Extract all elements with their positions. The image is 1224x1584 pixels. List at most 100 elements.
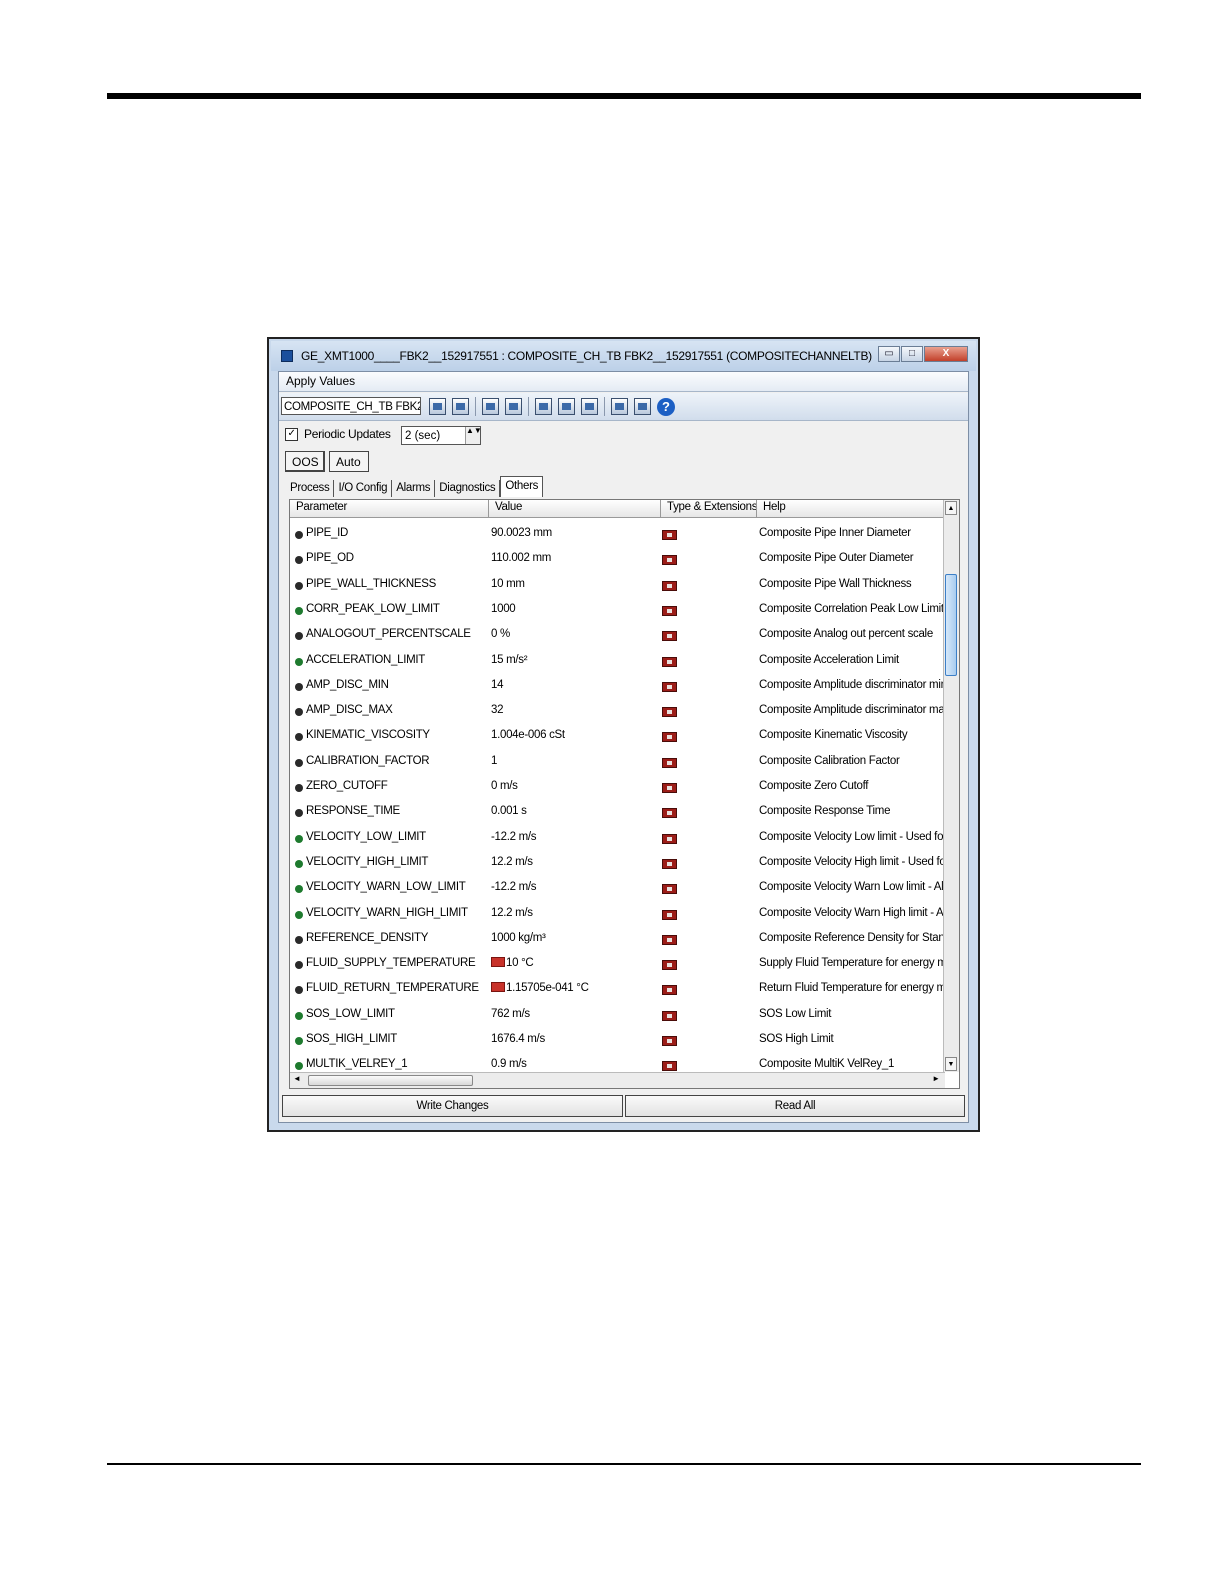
- table-row[interactable]: AMP_DISC_MIN 14 Composite Amplitude discri…: [290, 674, 945, 699]
- parameter-value-cell[interactable]: 14: [491, 679, 504, 691]
- table-row[interactable]: SOS_LOW_LIMIT 762 m/s SOS Low Limit: [290, 1003, 945, 1028]
- table-row[interactable]: CORR_PEAK_LOW_LIMIT 1000 Composite Correla…: [290, 598, 945, 623]
- scroll-right-icon[interactable]: ►: [932, 1074, 940, 1083]
- header-help[interactable]: Help: [763, 501, 786, 513]
- update-interval-spinner[interactable]: 2 (sec) ▲▼: [401, 426, 482, 445]
- scroll-thumb[interactable]: [945, 574, 957, 676]
- block-selector[interactable]: COMPOSITE_CH_TB FBK2_: [281, 397, 421, 415]
- vertical-scrollbar[interactable]: ▲ ▼: [943, 500, 959, 1072]
- read-all-button[interactable]: Read All: [625, 1095, 965, 1117]
- table-row[interactable]: VELOCITY_WARN_LOW_LIMIT -12.2 m/s Composit…: [290, 876, 945, 901]
- table-row[interactable]: VELOCITY_LOW_LIMIT -12.2 m/s Composite Vel…: [290, 826, 945, 851]
- type-extension-icon[interactable]: [662, 985, 677, 996]
- calendar-icon[interactable]: [482, 398, 499, 415]
- parameter-value-cell[interactable]: 1.004e-006 cSt: [491, 729, 565, 741]
- tab-others[interactable]: Others: [500, 476, 544, 497]
- type-extension-icon[interactable]: [662, 555, 677, 566]
- column-view-icon[interactable]: [634, 398, 651, 415]
- parameter-value-cell[interactable]: 1000 kg/m³: [491, 932, 546, 944]
- parameter-value-cell[interactable]: 0 %: [491, 628, 510, 640]
- spinner-arrows-icon[interactable]: ▲▼: [465, 427, 482, 444]
- parameter-value-cell[interactable]: 0.001 s: [491, 805, 527, 817]
- refresh-chart-icon[interactable]: [452, 398, 469, 415]
- table-row[interactable]: PIPE_WALL_THICKNESS 10 mm Composite Pipe W…: [290, 573, 945, 598]
- tab-diagnostics[interactable]: Diagnostics: [435, 480, 501, 497]
- periodic-updates-checkbox[interactable]: ✓: [285, 427, 298, 441]
- scroll-up-icon[interactable]: ▲: [945, 501, 957, 515]
- table-row[interactable]: ZERO_CUTOFF 0 m/s Composite Zero Cutoff: [290, 775, 945, 800]
- table-row[interactable]: SOS_HIGH_LIMIT 1676.4 m/s SOS High Limit: [290, 1028, 945, 1053]
- settings-icon[interactable]: [581, 398, 598, 415]
- trend-icon[interactable]: [505, 398, 522, 415]
- table-row[interactable]: PIPE_ID 90.0023 mm Composite Pipe Inner Di…: [290, 522, 945, 547]
- scroll-left-icon[interactable]: ◄: [293, 1074, 301, 1083]
- type-extension-icon[interactable]: [662, 1061, 677, 1072]
- parameter-value-cell[interactable]: -12.2 m/s: [491, 831, 537, 843]
- close-button[interactable]: X: [924, 346, 968, 362]
- periodic-updates[interactable]: ✓ Periodic Updates: [285, 427, 391, 441]
- edit-chart-icon[interactable]: [429, 398, 446, 415]
- type-extension-icon[interactable]: [662, 833, 677, 844]
- type-extension-icon[interactable]: [662, 530, 677, 540]
- parameter-value-cell[interactable]: 1000: [491, 603, 516, 615]
- parameter-value-cell[interactable]: 15 m/s²: [491, 654, 528, 666]
- type-extension-icon[interactable]: [662, 960, 677, 971]
- header-parameter[interactable]: Parameter: [296, 501, 347, 513]
- tab-process[interactable]: Process: [286, 480, 335, 497]
- type-extension-icon[interactable]: [662, 631, 677, 642]
- parameter-value-cell[interactable]: 90.0023 mm: [491, 527, 552, 539]
- parameter-value-cell[interactable]: 10 °C: [491, 957, 534, 969]
- table-row[interactable]: KINEMATIC_VISCOSITY 1.004e-006 cSt Composi…: [290, 724, 945, 749]
- type-extension-icon[interactable]: [662, 1036, 677, 1046]
- type-extension-icon[interactable]: [662, 934, 677, 945]
- table-row[interactable]: ANALOGOUT_PERCENTSCALE 0 % Composite Analo…: [290, 623, 945, 648]
- auto-button[interactable]: Auto: [329, 451, 369, 472]
- table-row[interactable]: CALIBRATION_FACTOR 1 Composite Calibration…: [290, 750, 945, 775]
- parameter-value-cell[interactable]: 12.2 m/s: [491, 856, 533, 868]
- type-extension-icon[interactable]: [662, 884, 677, 895]
- header-value[interactable]: Value: [495, 501, 522, 513]
- oos-button[interactable]: OOS: [285, 451, 325, 472]
- parameter-value-cell[interactable]: 1676.4 m/s: [491, 1033, 545, 1045]
- header-type-extensions[interactable]: Type & Extensions: [667, 501, 757, 513]
- parameter-value-cell[interactable]: -12.2 m/s: [491, 881, 537, 893]
- parameter-value-cell[interactable]: 12.2 m/s: [491, 907, 533, 919]
- type-extension-icon[interactable]: [662, 757, 677, 768]
- type-extension-icon[interactable]: [662, 707, 677, 718]
- maximize-button[interactable]: □: [901, 346, 923, 362]
- type-extension-icon[interactable]: [662, 783, 677, 793]
- parameter-value-cell[interactable]: 1.15705e-041 °C: [491, 982, 589, 994]
- grid-view-icon[interactable]: [611, 398, 628, 415]
- type-extension-icon[interactable]: [662, 580, 677, 591]
- table-row[interactable]: VELOCITY_WARN_HIGH_LIMIT 12.2 m/s Composit…: [290, 902, 945, 927]
- parameter-value-cell[interactable]: 110.002 mm: [491, 552, 551, 564]
- minimize-button[interactable]: ▭: [878, 346, 900, 362]
- horizontal-scrollbar[interactable]: ◄ ►: [290, 1072, 945, 1088]
- type-extension-icon[interactable]: [662, 656, 677, 667]
- parameter-value-cell[interactable]: 10 mm: [491, 578, 525, 590]
- table-row[interactable]: VELOCITY_HIGH_LIMIT 12.2 m/s Composite Vel…: [290, 851, 945, 876]
- parameter-value-cell[interactable]: 32: [491, 704, 504, 716]
- tab-alarms[interactable]: Alarms: [392, 480, 436, 497]
- write-changes-button[interactable]: Write Changes: [282, 1095, 623, 1117]
- help-icon[interactable]: ?: [657, 397, 675, 416]
- table-row[interactable]: ACCELERATION_LIMIT 15 m/s² Composite Accel…: [290, 649, 945, 674]
- parameter-value-cell[interactable]: 1: [491, 755, 497, 767]
- table-row[interactable]: PIPE_OD 110.002 mm Composite Pipe Outer Di…: [290, 547, 945, 572]
- type-extension-icon[interactable]: [662, 858, 677, 869]
- table-row[interactable]: RESPONSE_TIME 0.001 s Composite Response T…: [290, 800, 945, 825]
- download-icon[interactable]: [535, 398, 552, 415]
- network-icon[interactable]: [558, 398, 575, 415]
- table-row[interactable]: AMP_DISC_MAX 32 Composite Amplitude discri…: [290, 699, 945, 724]
- parameter-value-cell[interactable]: 0 m/s: [491, 780, 518, 792]
- parameter-value-cell[interactable]: 762 m/s: [491, 1008, 530, 1020]
- type-extension-icon[interactable]: [662, 681, 677, 692]
- menu-apply-values[interactable]: Apply Values: [286, 374, 355, 388]
- horizontal-scroll-thumb[interactable]: [308, 1075, 473, 1086]
- type-extension-icon[interactable]: [662, 1010, 677, 1021]
- table-row[interactable]: REFERENCE_DENSITY 1000 kg/m³ Composite Ref…: [290, 927, 945, 952]
- scroll-down-icon[interactable]: ▼: [945, 1057, 957, 1071]
- table-row[interactable]: FLUID_RETURN_TEMPERATURE 1.15705e-041 °C R…: [290, 977, 945, 1002]
- type-extension-icon[interactable]: [662, 605, 677, 616]
- tab-io-config[interactable]: I/O Config: [334, 480, 393, 497]
